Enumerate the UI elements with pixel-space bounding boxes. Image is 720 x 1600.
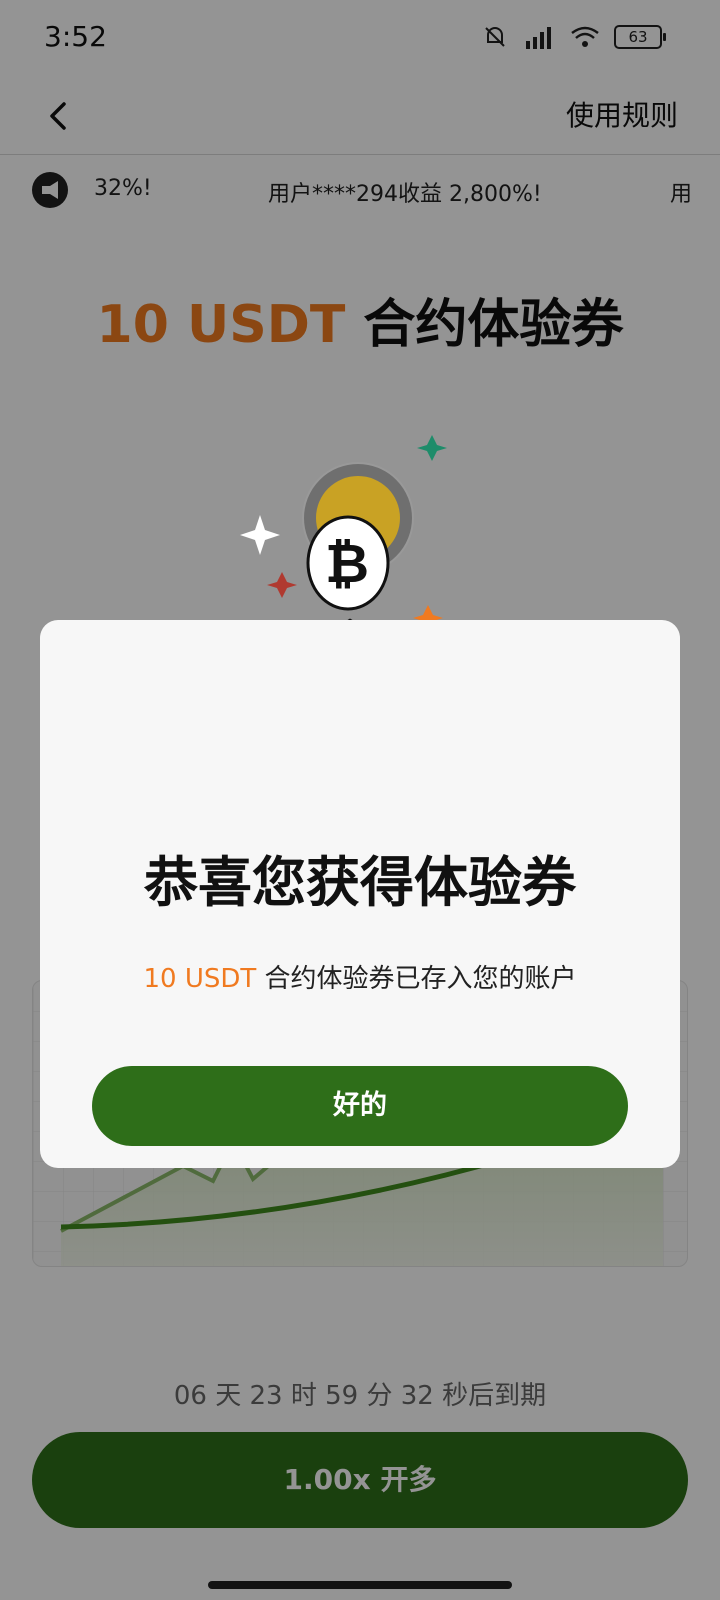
reward-dialog: 恭喜您获得体验券 10 USDT 合约体验券已存入您的账户 好的	[40, 620, 680, 1168]
dialog-amount: 10 USDT	[143, 964, 257, 994]
sparkle-icon	[267, 572, 297, 598]
sparkle-icon	[417, 435, 447, 461]
sparkle-icon	[240, 515, 280, 555]
ok-button[interactable]: 好的	[92, 1066, 628, 1146]
dialog-sub-text: 合约体验券已存入您的账户	[256, 964, 577, 994]
dialog-title: 恭喜您获得体验券	[144, 851, 576, 914]
svg-text:₿: ₿	[325, 532, 369, 595]
dialog-subtitle: 10 USDT 合约体验券已存入您的账户	[40, 958, 680, 995]
